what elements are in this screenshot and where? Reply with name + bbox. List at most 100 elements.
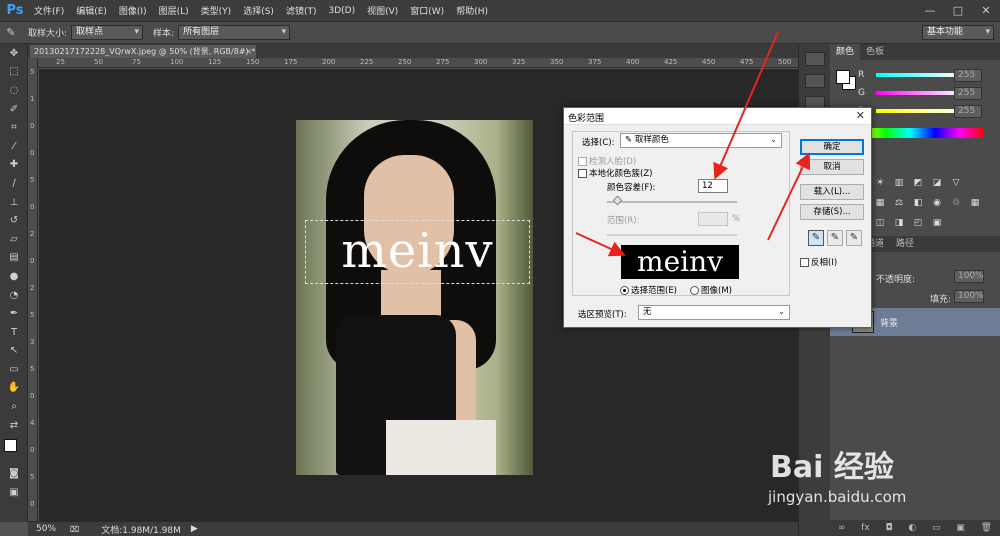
move-tool-icon[interactable]: ✥ [0, 44, 28, 63]
selective-color-icon[interactable]: ▣ [931, 218, 943, 230]
menu-file[interactable]: 文件(F) [34, 4, 64, 17]
shape-tool-icon[interactable]: ▭ [0, 360, 28, 379]
screen-mode-icon[interactable]: ▣ [0, 483, 28, 502]
eraser-tool-icon[interactable]: ▱ [0, 230, 28, 249]
swap-colors-icon[interactable]: ⇄ [0, 416, 28, 435]
menu-help[interactable]: 帮助(H) [456, 4, 488, 17]
fuzziness-input[interactable]: 12 [698, 179, 728, 193]
channel-value-input[interactable]: 255 [954, 68, 982, 82]
channel-value-input[interactable]: 255 [954, 104, 982, 118]
radio-selection[interactable]: 选择范围(E) [620, 284, 677, 296]
gradient-tool-icon[interactable]: ▤ [0, 249, 28, 268]
crop-tool-icon[interactable]: ⌗ [0, 118, 28, 137]
marquee-tool-icon[interactable]: ⬚ [0, 63, 28, 82]
pen-tool-icon[interactable]: ✒ [0, 304, 28, 323]
brightness-icon[interactable]: ☀ [874, 178, 886, 190]
close-tab-icon[interactable]: × [245, 45, 252, 58]
history-panel-icon[interactable] [805, 52, 825, 66]
vibrance-icon[interactable]: ▽ [950, 178, 962, 190]
hand-tool-icon[interactable]: ✋ [0, 379, 28, 398]
workspace-select[interactable]: 基本功能 [922, 25, 994, 40]
eyedropper-subtract-icon[interactable]: ✎ [846, 230, 862, 246]
sample-select[interactable]: 所有图层 [178, 25, 291, 40]
channel-slider[interactable] [876, 109, 962, 113]
healing-tool-icon[interactable]: ✚ [0, 156, 28, 175]
link-layers-icon[interactable]: ∞ [838, 523, 846, 533]
minimize-button[interactable]: — [916, 0, 944, 22]
levels-icon[interactable]: ▥ [893, 178, 905, 190]
eyedropper-sample-icon[interactable]: ✎ [808, 230, 824, 246]
history-brush-icon[interactable]: ↺ [0, 211, 28, 230]
zoom-tool-icon[interactable]: ⌕ [0, 397, 28, 416]
quick-mask-icon[interactable]: ◙ [0, 464, 28, 483]
menu-type[interactable]: 类型(Y) [201, 4, 232, 17]
eyedropper-tool-icon[interactable]: ⁄ [0, 137, 28, 156]
brush-tool-icon[interactable]: ∕ [0, 174, 28, 193]
lasso-tool-icon[interactable]: ◌ [0, 81, 28, 100]
cancel-button[interactable]: 取消 [800, 159, 864, 175]
menu-edit[interactable]: 编辑(E) [76, 4, 107, 17]
fuzziness-slider[interactable] [607, 201, 737, 203]
selection-preview-select[interactable]: 无 ⌄ [638, 305, 790, 320]
quick-select-tool-icon[interactable]: ✐ [0, 100, 28, 119]
status-arrow-icon[interactable]: ▶ [191, 524, 198, 534]
close-window-button[interactable]: ✕ [972, 0, 1000, 22]
type-tool-icon[interactable]: T [0, 323, 28, 342]
channel-value-input[interactable]: 255 [954, 86, 982, 100]
opacity-input[interactable]: 100% [954, 270, 984, 283]
new-group-icon[interactable]: ▭ [932, 523, 941, 533]
curves-icon[interactable]: ◩ [912, 178, 924, 190]
channel-slider[interactable] [876, 91, 962, 95]
menu-image[interactable]: 图像(I) [119, 4, 147, 17]
hue-icon[interactable]: ▦ [874, 198, 886, 210]
dialog-titlebar[interactable]: 色彩范围 ✕ [564, 108, 871, 125]
new-layer-icon[interactable]: ▣ [956, 523, 965, 533]
posterize-icon[interactable]: ◨ [893, 218, 905, 230]
menu-window[interactable]: 窗口(W) [410, 4, 444, 17]
menu-layer[interactable]: 图层(L) [159, 4, 189, 17]
menu-view[interactable]: 视图(V) [367, 4, 398, 17]
localized-clusters-checkbox[interactable]: 本地化颜色簇(Z) [578, 167, 652, 179]
zoom-level[interactable]: 50% [36, 524, 56, 534]
menu-filter[interactable]: 滤镜(T) [286, 4, 317, 17]
dialog-close-icon[interactable]: ✕ [856, 109, 865, 122]
invert-icon[interactable]: ◫ [874, 218, 886, 230]
load-button[interactable]: 载入(L)... [800, 184, 864, 200]
adjustment-layer-icon[interactable]: ◐ [908, 523, 916, 533]
fill-input[interactable]: 100% [954, 290, 984, 303]
eyedropper-icon[interactable]: ✎ [0, 26, 22, 39]
layer-style-icon[interactable]: fx [861, 523, 870, 533]
maximize-button[interactable]: □ [944, 0, 972, 22]
tab-swatches[interactable]: 色板 [860, 44, 890, 60]
tab-paths[interactable]: 路径 [890, 236, 920, 252]
mixer-icon[interactable]: ♲ [950, 198, 962, 210]
dodge-tool-icon[interactable]: ◔ [0, 286, 28, 305]
bw-icon[interactable]: ◧ [912, 198, 924, 210]
color-swatches[interactable] [0, 434, 28, 464]
lookup-icon[interactable]: ▦ [969, 198, 981, 210]
save-button[interactable]: 存储(S)... [800, 204, 864, 220]
invert-checkbox[interactable]: 反相(I) [800, 256, 837, 268]
radio-image[interactable]: 图像(M) [690, 284, 732, 296]
path-select-icon[interactable]: ↖ [0, 342, 28, 361]
stamp-tool-icon[interactable]: ⊥ [0, 193, 28, 212]
photo-filter-icon[interactable]: ◉ [931, 198, 943, 210]
menu-select[interactable]: 选择(S) [243, 4, 274, 17]
sample-size-select[interactable]: 取样点 [71, 25, 144, 40]
ok-button[interactable]: 确定 [800, 139, 864, 155]
properties-panel-icon[interactable] [805, 74, 825, 88]
channel-slider[interactable] [876, 73, 962, 77]
select-dropdown[interactable]: ✎ 取样颜色 ⌄ [620, 133, 782, 148]
add-mask-icon[interactable]: ◘ [885, 523, 892, 533]
exposure-icon[interactable]: ◪ [931, 178, 943, 190]
blur-tool-icon[interactable]: ● [0, 267, 28, 286]
eyedropper-add-icon[interactable]: ✎ [827, 230, 843, 246]
delete-layer-icon[interactable]: 🗑 [981, 523, 992, 533]
tab-color[interactable]: 颜色 [830, 44, 861, 60]
color-channel-row[interactable]: R 255 [830, 66, 1000, 84]
color-channel-row[interactable]: G 255 [830, 84, 1000, 102]
threshold-icon[interactable]: ◰ [912, 218, 924, 230]
document-tab[interactable]: 20130217172228_VQrwX.jpeg @ 50% (背景, RGB… [30, 45, 256, 58]
balance-icon[interactable]: ⚖ [893, 198, 905, 210]
menu-3d[interactable]: 3D(D) [328, 6, 355, 16]
